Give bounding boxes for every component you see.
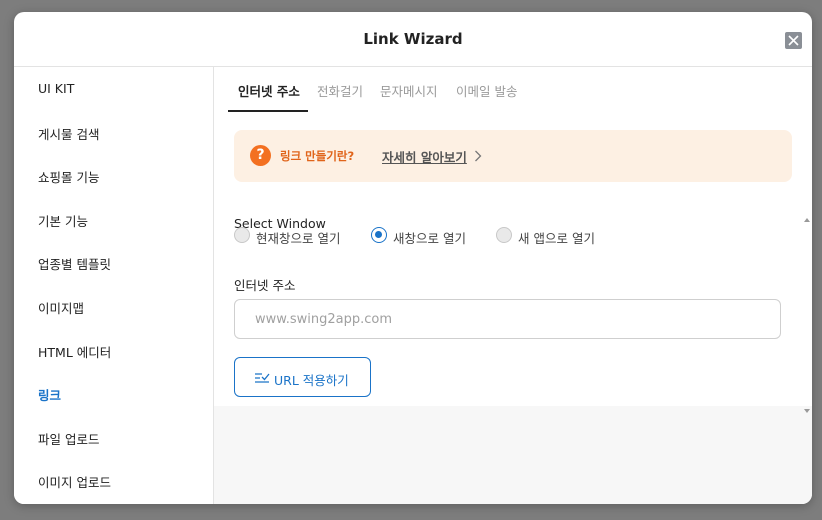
- link-wizard-dialog: Link Wizard UI KIT 게시물 검색 쇼핑몰 기능 기본 기능 업…: [14, 12, 812, 504]
- sidebar-item-image-upload[interactable]: 이미지 업로드: [38, 472, 111, 491]
- radio-circle: [234, 227, 250, 243]
- sidebar-item-link[interactable]: 링크: [38, 385, 61, 404]
- tab-sms[interactable]: 문자메시지: [380, 81, 438, 100]
- scroll-down-arrow[interactable]: [804, 409, 810, 413]
- sidebar-item-imagemap[interactable]: 이미지맵: [38, 298, 84, 317]
- sidebar-item-basic[interactable]: 기본 기능: [38, 211, 88, 230]
- sidebar-item-ui-kit[interactable]: UI KIT: [38, 81, 74, 96]
- dialog-header: Link Wizard: [14, 12, 812, 67]
- radio-label: 새 앱으로 열기: [518, 231, 595, 246]
- notice-text: 링크 만들기란?: [280, 149, 355, 163]
- radio-label: 현재창으로 열기: [256, 231, 341, 246]
- radio-circle: [496, 227, 512, 243]
- dialog-title: Link Wizard: [363, 30, 463, 48]
- question-icon: ?: [250, 145, 271, 166]
- scroll-up-arrow[interactable]: [804, 218, 810, 222]
- radio-label: 새창으로 열기: [393, 231, 466, 246]
- url-input[interactable]: [234, 299, 781, 339]
- link-form: 인터넷 주소 전화걸기 문자메시지 이메일 발송 ? 링크 만들기란? 자세히 …: [214, 67, 812, 413]
- url-field-label: 인터넷 주소: [234, 278, 296, 293]
- learn-more-link[interactable]: 자세히 알아보기: [382, 147, 467, 166]
- radio-circle: [371, 227, 387, 243]
- help-notice: ? 링크 만들기란? 자세히 알아보기: [234, 130, 792, 182]
- sidebar-item-file-upload[interactable]: 파일 업로드: [38, 429, 99, 448]
- main-panel: 인터넷 주소 전화걸기 문자메시지 이메일 발송 ? 링크 만들기란? 자세히 …: [214, 67, 812, 504]
- sidebar-item-html-editor[interactable]: HTML 에디터: [38, 342, 111, 361]
- sidebar-item-post-search[interactable]: 게시물 검색: [38, 124, 99, 143]
- tab-phone-call[interactable]: 전화걸기: [317, 81, 363, 100]
- chevron-right-icon: [475, 150, 482, 162]
- active-tab-indicator: [228, 110, 308, 112]
- link-apply-icon: [255, 373, 270, 383]
- close-button[interactable]: [785, 32, 802, 49]
- tab-email[interactable]: 이메일 발송: [456, 81, 517, 100]
- sidebar-item-templates[interactable]: 업종별 템플릿: [38, 254, 111, 273]
- tab-internet-address[interactable]: 인터넷 주소: [238, 81, 300, 100]
- close-icon: [788, 35, 799, 46]
- apply-url-button[interactable]: URL 적용하기: [234, 357, 371, 397]
- sidebar: UI KIT 게시물 검색 쇼핑몰 기능 기본 기능 업종별 템플릿 이미지맵 …: [14, 67, 214, 504]
- sidebar-item-shopping[interactable]: 쇼핑몰 기능: [38, 167, 99, 186]
- apply-url-label: URL 적용하기: [274, 373, 349, 388]
